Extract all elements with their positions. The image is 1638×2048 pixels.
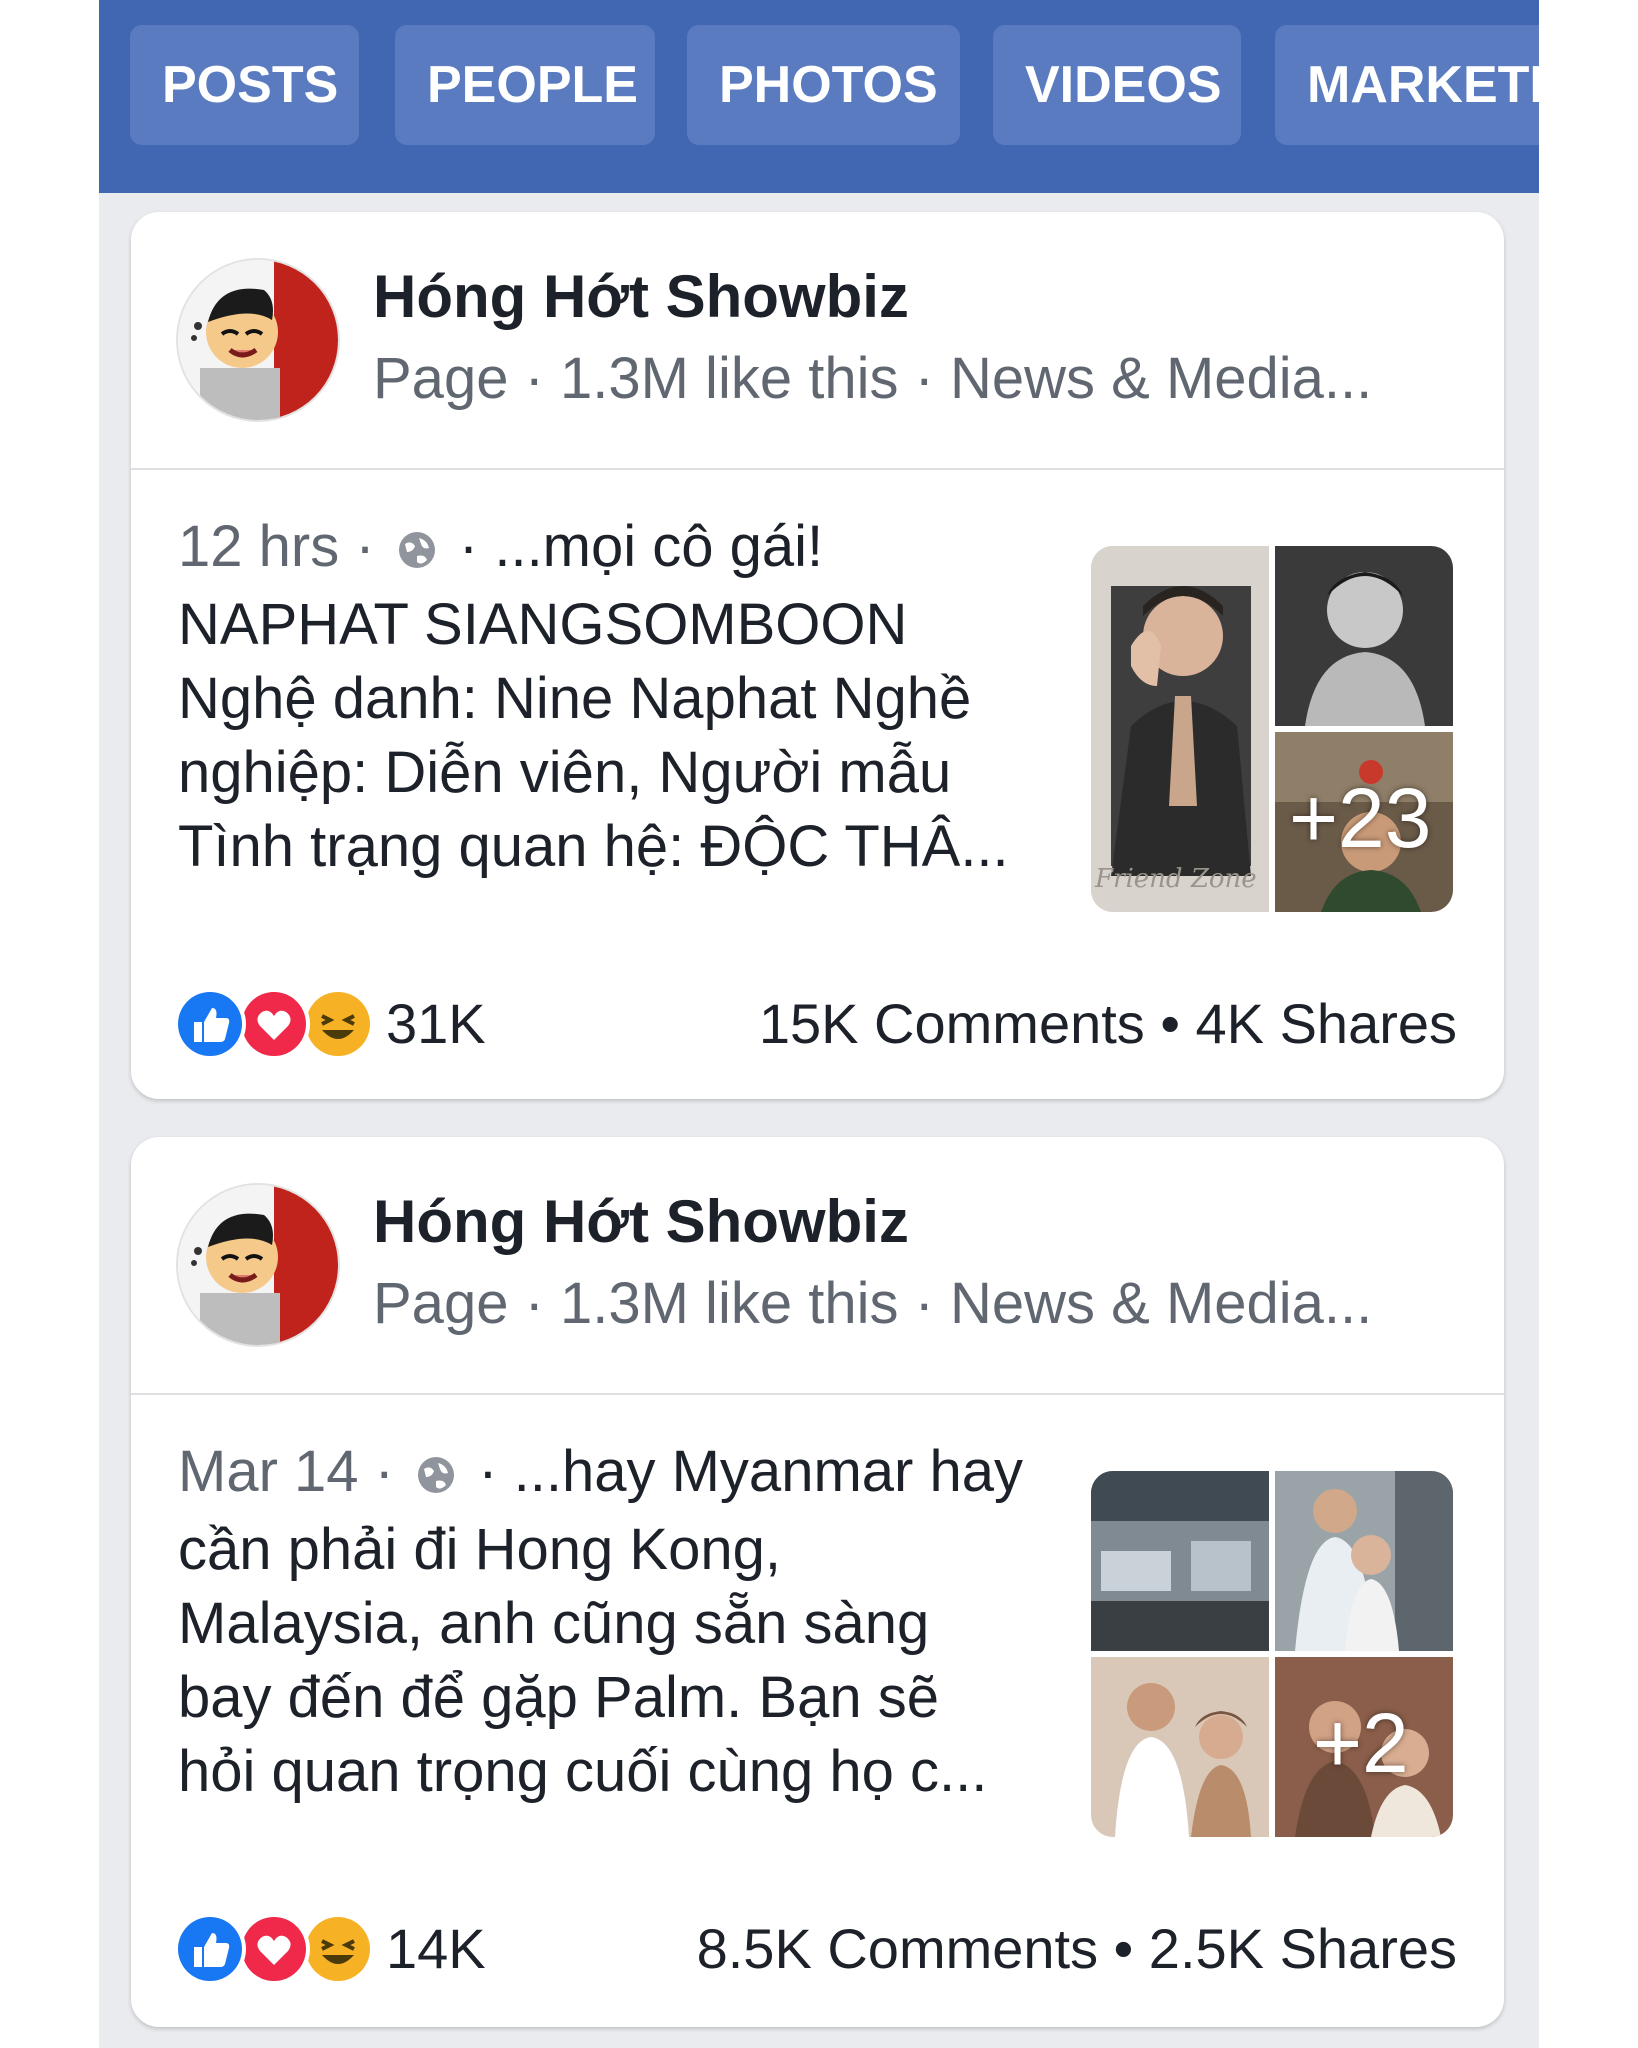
globe-icon (416, 1439, 456, 1513)
more-photos-count[interactable]: +23 (1289, 770, 1432, 867)
post-line: · ...hay Myanmar hay (478, 1439, 1023, 1504)
love-icon (242, 992, 306, 1056)
page-meta: Page · 1.3M like this · News & Media... (373, 1271, 1373, 1336)
search-results-screen: POSTS PEOPLE PHOTOS VIDEOS MARKETPLACE (99, 0, 1539, 2048)
post-stats: 31K 15K Comments • 4K Shares (178, 984, 1457, 1064)
divider (131, 1393, 1504, 1395)
post-line: · ...mọi cô gái! (458, 514, 824, 579)
separator-dot: · (355, 514, 375, 579)
post-line: bay đến để gặp Palm. Bạn sẽ (178, 1664, 939, 1730)
post-stats: 14K 8.5K Comments • 2.5K Shares (178, 1909, 1457, 1989)
post-line: NAPHAT SIANGSOMBOON (178, 591, 908, 657)
post-time[interactable]: 12 hrs (178, 514, 339, 579)
photo-thumbnail[interactable]: +2 (1275, 1657, 1453, 1837)
photo-caption: Friend Zone (1095, 864, 1257, 894)
search-filter-tabs: POSTS PEOPLE PHOTOS VIDEOS MARKETPLACE (99, 0, 1539, 193)
post-line: cần phải đi Hong Kong, (178, 1516, 781, 1582)
divider (131, 468, 1504, 470)
like-icon (178, 992, 242, 1056)
page-name[interactable]: Hóng Hớt Showbiz (373, 1187, 909, 1256)
post-time[interactable]: Mar 14 (178, 1439, 359, 1504)
photo-thumbnail[interactable]: Friend Zone (1091, 546, 1269, 912)
avatar[interactable] (178, 1185, 338, 1345)
photo-thumbnail[interactable] (1091, 1471, 1269, 1651)
post-text[interactable]: 12 hrs · · ...mọi cô gái! NAPHAT SIANGSO… (178, 510, 1058, 884)
tab-people[interactable]: PEOPLE (395, 25, 655, 145)
cartoon-avatar-icon (178, 260, 338, 420)
comments-shares[interactable]: 8.5K Comments • 2.5K Shares (697, 1909, 1457, 1989)
comments-shares[interactable]: 15K Comments • 4K Shares (759, 984, 1457, 1064)
avatar[interactable] (178, 260, 338, 420)
post-header[interactable]: Hóng Hớt Showbiz Page · 1.3M like this ·… (131, 212, 1504, 468)
photo-thumbnail[interactable]: +23 (1275, 732, 1453, 912)
photo-thumbnail[interactable] (1275, 546, 1453, 726)
like-icon (178, 1917, 242, 1981)
photo-grid[interactable]: Friend Zone +23 (1091, 546, 1453, 912)
tab-photos[interactable]: PHOTOS (687, 25, 960, 145)
photo-thumbnail[interactable] (1275, 1471, 1453, 1651)
page-meta: Page · 1.3M like this · News & Media... (373, 346, 1373, 411)
post-line: nghiệp: Diễn viên, Người mẫu (178, 739, 952, 805)
separator-dot: · (374, 1439, 394, 1504)
globe-icon (397, 514, 437, 588)
reactions-count[interactable]: 31K (386, 984, 486, 1064)
page-name[interactable]: Hóng Hớt Showbiz (373, 262, 909, 331)
photo-thumbnail[interactable] (1091, 1657, 1269, 1837)
photo-grid[interactable]: +2 (1091, 1471, 1453, 1837)
post-line: Tình trạng quan hệ: ĐỘC THÂ... (178, 813, 1009, 879)
cartoon-avatar-icon (178, 1185, 338, 1345)
post-line: Nghệ danh: Nine Naphat Nghề (178, 665, 972, 731)
love-icon (242, 1917, 306, 1981)
tab-posts[interactable]: POSTS (130, 25, 359, 145)
post-line: Malaysia, anh cũng sẵn sàng (178, 1590, 930, 1656)
post-header[interactable]: Hóng Hớt Showbiz Page · 1.3M like this ·… (131, 1137, 1504, 1393)
post-line: hỏi quan trọng cuối cùng họ c... (178, 1738, 988, 1804)
more-photos-count[interactable]: +2 (1313, 1695, 1409, 1792)
tab-marketplace[interactable]: MARKETPLACE (1275, 25, 1539, 145)
haha-icon (306, 1917, 370, 1981)
haha-icon (306, 992, 370, 1056)
post-card[interactable]: Hóng Hớt Showbiz Page · 1.3M like this ·… (131, 212, 1504, 1099)
reactions-count[interactable]: 14K (386, 1909, 486, 1989)
post-card[interactable]: Hóng Hớt Showbiz Page · 1.3M like this ·… (131, 1137, 1504, 2027)
post-text[interactable]: Mar 14 · · ...hay Myanmar hay cần phải đ… (178, 1435, 1058, 1809)
tab-videos[interactable]: VIDEOS (993, 25, 1241, 145)
